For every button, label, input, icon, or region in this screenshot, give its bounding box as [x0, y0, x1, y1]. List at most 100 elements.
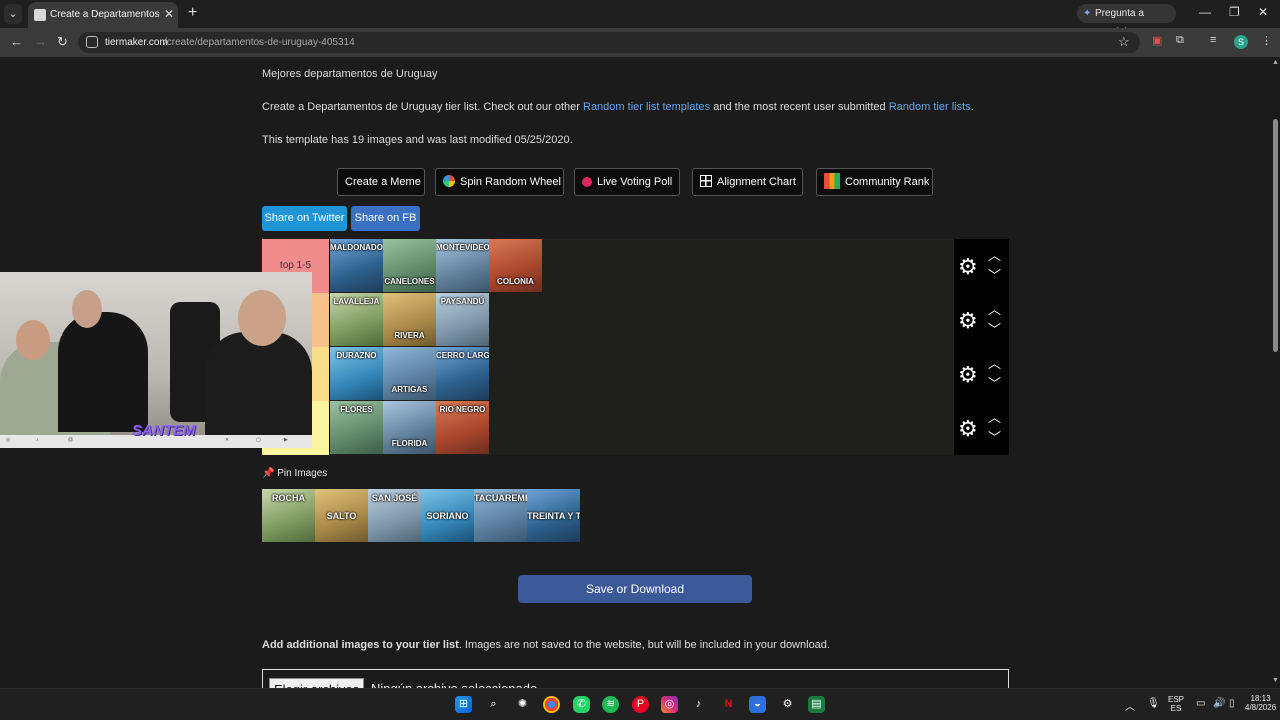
chevron-up-icon[interactable]: ︿ [988, 245, 1001, 264]
gear-icon[interactable]: ⚙ [958, 362, 978, 388]
alignment-chart-button[interactable]: Alignment Chart [692, 168, 803, 196]
pinned-image-tile[interactable]: SORIANO [421, 489, 474, 542]
page-subtitle: Mejores departamentos de Uruguay [262, 68, 438, 80]
tier-image-tile[interactable]: MALDONADO [330, 239, 383, 292]
media-control-icon[interactable]: ≡ [1210, 34, 1216, 46]
create-meme-button[interactable]: Create a Meme [337, 168, 425, 196]
tier-image-tile[interactable]: CERRO LARGO [436, 347, 489, 400]
tier-image-tile[interactable]: DURAZNO [330, 347, 383, 400]
scroll-thumb[interactable] [1273, 119, 1278, 352]
page-scrollbar[interactable]: ▲ ▼ [1270, 57, 1280, 688]
forward-icon[interactable]: → [34, 34, 47, 49]
minimize-icon[interactable]: — [1199, 5, 1211, 19]
add-images-text: Add additional images to your tier list.… [262, 639, 830, 651]
tier-image-tile[interactable]: LAVALLEJA [330, 293, 383, 346]
new-tab-icon[interactable]: + [188, 4, 197, 22]
lang-indicator[interactable]: ESP ES [1168, 695, 1184, 713]
address-bar[interactable]: tiermaker.com /create/departamentos-de-u… [78, 32, 1140, 53]
network-icon[interactable]: ▭ [1196, 698, 1205, 709]
restore-icon[interactable]: ❐ [1229, 5, 1240, 19]
chevron-down-icon[interactable]: ﹀ [988, 319, 1001, 338]
chevron-down-icon[interactable]: ﹀ [988, 265, 1001, 284]
tier-dropzone[interactable]: LAVALLEJA RIVERA PAYSANDÚ [329, 293, 954, 347]
tab-active[interactable]: Create a Departamentos de Uruguay tier l… [28, 2, 178, 28]
tray-chevron-icon[interactable]: ︿ [1125, 698, 1135, 713]
clock[interactable]: 18:13 4/8/2026 [1245, 694, 1276, 712]
whatsapp-icon[interactable]: ✆ [573, 696, 590, 713]
community-rank-icon [824, 173, 840, 189]
volume-icon[interactable]: 🔊 [1213, 698, 1225, 709]
chevron-down-icon[interactable]: ﹀ [988, 373, 1001, 392]
bookmark-star-icon[interactable]: ☆ [1118, 34, 1130, 50]
tier-image-tile[interactable]: FLORES [330, 401, 383, 454]
back-icon[interactable]: ← [10, 34, 23, 49]
tier-image-tile[interactable]: MONTEVIDEO [436, 239, 489, 292]
community-rank-button[interactable]: Community Rank [816, 168, 933, 196]
chevron-down-icon[interactable]: ﹀ [988, 427, 1001, 446]
pinned-image-tile[interactable]: TREINTA Y TRES [527, 489, 580, 542]
menu-icon[interactable]: ⋮ [1261, 34, 1272, 47]
pin-images-label: Pin Images [277, 468, 328, 479]
start-icon[interactable]: ⊞ [455, 696, 472, 713]
gemini-button[interactable]: ✦ Pregunta a Gemini [1077, 4, 1176, 38]
tier-image-tile[interactable]: ARTIGAS [383, 347, 436, 400]
spotify-icon[interactable]: ≋ [602, 696, 619, 713]
tier-image-tile[interactable]: PAYSANDÚ [436, 293, 489, 346]
pinned-image-tile[interactable]: SAN JOSÉ [368, 489, 421, 542]
close-window-icon[interactable]: ✕ [1258, 5, 1268, 19]
tier-image-tile[interactable]: FLORIDA [383, 401, 436, 454]
pinterest-icon[interactable]: P [632, 696, 649, 713]
gear-icon[interactable]: ⚙ [958, 308, 978, 334]
gear-icon[interactable]: ⚙ [958, 254, 978, 280]
pinned-images-pool[interactable]: ROCHA SALTO SAN JOSÉ SORIANO TACUAREMBÓTREIN… [262, 489, 582, 542]
tier-image-tile[interactable]: RIVERA [383, 293, 436, 346]
scroll-down-icon[interactable]: ▼ [1272, 677, 1279, 684]
tab-close-icon[interactable]: ✕ [164, 7, 174, 21]
person-middle-shape [58, 312, 148, 432]
chevron-up-icon[interactable]: ︿ [988, 299, 1001, 318]
pinned-image-tile[interactable]: SALTO [315, 489, 368, 542]
tile-caption: ARTIGAS [391, 385, 428, 394]
chevron-up-icon[interactable]: ︿ [988, 353, 1001, 372]
intro-text: Create a Departamentos de Uruguay tier l… [262, 101, 580, 113]
extension-icon[interactable]: ▣ [1152, 34, 1162, 47]
pinned-image-tile[interactable]: TACUAREMBÓ [474, 489, 527, 542]
settings-icon[interactable]: ⚙ [779, 696, 796, 713]
battery-icon[interactable]: ▯ [1229, 698, 1235, 709]
gear-icon[interactable]: ⚙ [958, 416, 978, 442]
tier-dropzone[interactable]: DURAZNO ARTIGAS CERRO LARGO [329, 347, 954, 401]
tier-dropzone[interactable]: FLORES FLORIDA RIO NEGRO [329, 401, 954, 455]
netflix-icon[interactable]: N [720, 696, 737, 713]
tiktok-icon[interactable]: ♪ [690, 696, 707, 713]
tab-search-icon[interactable]: ⌄ [4, 4, 22, 24]
chatgpt-icon[interactable]: ✺ [514, 696, 531, 713]
tier-image-tile[interactable]: CANELONES [383, 239, 436, 292]
tier-image-tile[interactable]: COLONIA [489, 239, 542, 292]
share-twitter-button[interactable]: Share on Twitter [262, 206, 347, 231]
save-download-button[interactable]: Save or Download [518, 575, 752, 603]
live-voting-button[interactable]: Live Voting Poll [574, 168, 680, 196]
tiktok-icon: ♪ [36, 437, 39, 443]
pin-images-toggle[interactable]: 📌 Pin Images [262, 468, 327, 479]
chrome-icon[interactable] [543, 696, 560, 713]
profile-avatar[interactable]: S [1234, 35, 1248, 49]
site-info-icon[interactable] [86, 36, 98, 48]
instagram-icon[interactable]: ◎ [661, 696, 678, 713]
webcam-overlay: ◎ ♪ @ ✕ ▢ ▶ SANTEM [0, 272, 312, 448]
reload-icon[interactable]: ↻ [57, 34, 68, 50]
scroll-up-icon[interactable]: ▲ [1272, 59, 1279, 66]
tier-dropzone[interactable]: MALDONADO CANELONES MONTEVIDEO COLONIA [329, 239, 954, 293]
sheets-icon[interactable]: ▤ [808, 696, 825, 713]
mic-icon[interactable]: 🎙 [1147, 698, 1160, 709]
tier-controls: ⚙ ︿ ﹀ [954, 293, 1009, 347]
app-icon[interactable]: ◒ [749, 696, 766, 713]
random-tierlists-link[interactable]: Random tier lists [889, 101, 971, 113]
extensions-puzzle-icon[interactable]: ⧉ [1176, 34, 1184, 47]
random-templates-link[interactable]: Random tier list templates [583, 101, 710, 113]
pinned-image-tile[interactable]: ROCHA [262, 489, 315, 542]
search-icon[interactable]: ⌕ [485, 696, 502, 713]
share-fb-button[interactable]: Share on FB [351, 206, 420, 231]
spin-wheel-button[interactable]: Spin Random Wheel [435, 168, 564, 196]
chevron-up-icon[interactable]: ︿ [988, 407, 1001, 426]
tier-image-tile[interactable]: RIO NEGRO [436, 401, 489, 454]
